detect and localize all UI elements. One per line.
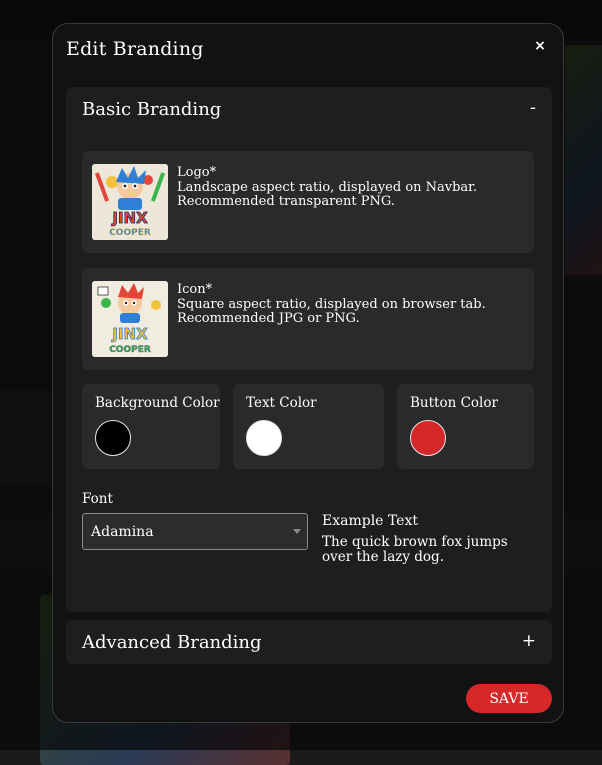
icon-title: Icon* <box>177 282 213 297</box>
modal-title: Edit Branding <box>66 38 204 60</box>
logo-description: Logo* Landscape aspect ratio, displayed … <box>177 165 478 210</box>
icon-thumbnail[interactable]: JINX COOPER <box>92 281 168 357</box>
font-label: Font <box>82 491 113 507</box>
collapse-icon[interactable]: - <box>530 98 536 118</box>
logo-info-line: Landscape aspect ratio, displayed on Nav… <box>177 179 478 195</box>
example-text-title: Example Text <box>322 513 418 529</box>
logo-image: JINX COOPER <box>92 164 168 240</box>
example-text-preview: The quick brown fox jumps over the lazy … <box>322 534 508 565</box>
logo-thumbnail[interactable]: JINX COOPER <box>92 164 168 240</box>
close-button[interactable]: × <box>531 37 549 55</box>
edit-branding-modal: Edit Branding × Basic Branding - JINX CO… <box>52 23 564 723</box>
background-color-label: Background Color <box>95 395 220 411</box>
icon-description: Icon* Square aspect ratio, displayed on … <box>177 282 486 327</box>
basic-branding-panel: Basic Branding - JINX COOPER Logo* Lands… <box>66 87 552 612</box>
logo-text-jinx: JINX <box>111 209 148 227</box>
advanced-branding-title: Advanced Branding <box>82 632 262 653</box>
basic-branding-title: Basic Branding <box>82 99 222 120</box>
advanced-branding-panel: Advanced Branding + <box>66 620 552 664</box>
font-select-value: Adamina <box>91 524 154 540</box>
button-color-label: Button Color <box>410 395 498 411</box>
expand-icon[interactable]: + <box>522 631 536 651</box>
button-color-swatch[interactable] <box>410 420 446 456</box>
save-button[interactable]: SAVE <box>466 684 552 713</box>
logo-info-line: Recommended transparent PNG. <box>177 194 395 209</box>
background-color-swatch[interactable] <box>95 420 131 456</box>
icon-upload-card[interactable]: JINX COOPER Icon* Square aspect ratio, d… <box>82 268 534 370</box>
logo-title: Logo* <box>177 165 217 180</box>
icon-text-cooper: COOPER <box>109 345 151 355</box>
button-color-card: Button Color <box>397 384 534 469</box>
text-color-label: Text Color <box>246 395 317 411</box>
text-color-swatch[interactable] <box>246 420 282 456</box>
text-color-card: Text Color <box>233 384 384 469</box>
icon-text-jinx: JINX <box>111 325 148 343</box>
icon-image: JINX COOPER <box>92 281 168 357</box>
advanced-branding-header[interactable]: Advanced Branding + <box>66 620 552 664</box>
icon-info-line: Square aspect ratio, displayed on browse… <box>177 296 486 312</box>
basic-branding-header[interactable]: Basic Branding - <box>66 87 552 131</box>
background-color-card: Background Color <box>82 384 220 469</box>
chevron-down-icon <box>293 529 301 534</box>
font-select[interactable]: Adamina <box>82 513 308 550</box>
icon-info-line: Recommended JPG or PNG. <box>177 311 360 326</box>
logo-text-cooper: COOPER <box>109 228 151 238</box>
logo-upload-card[interactable]: JINX COOPER Logo* Landscape aspect ratio… <box>82 151 534 253</box>
